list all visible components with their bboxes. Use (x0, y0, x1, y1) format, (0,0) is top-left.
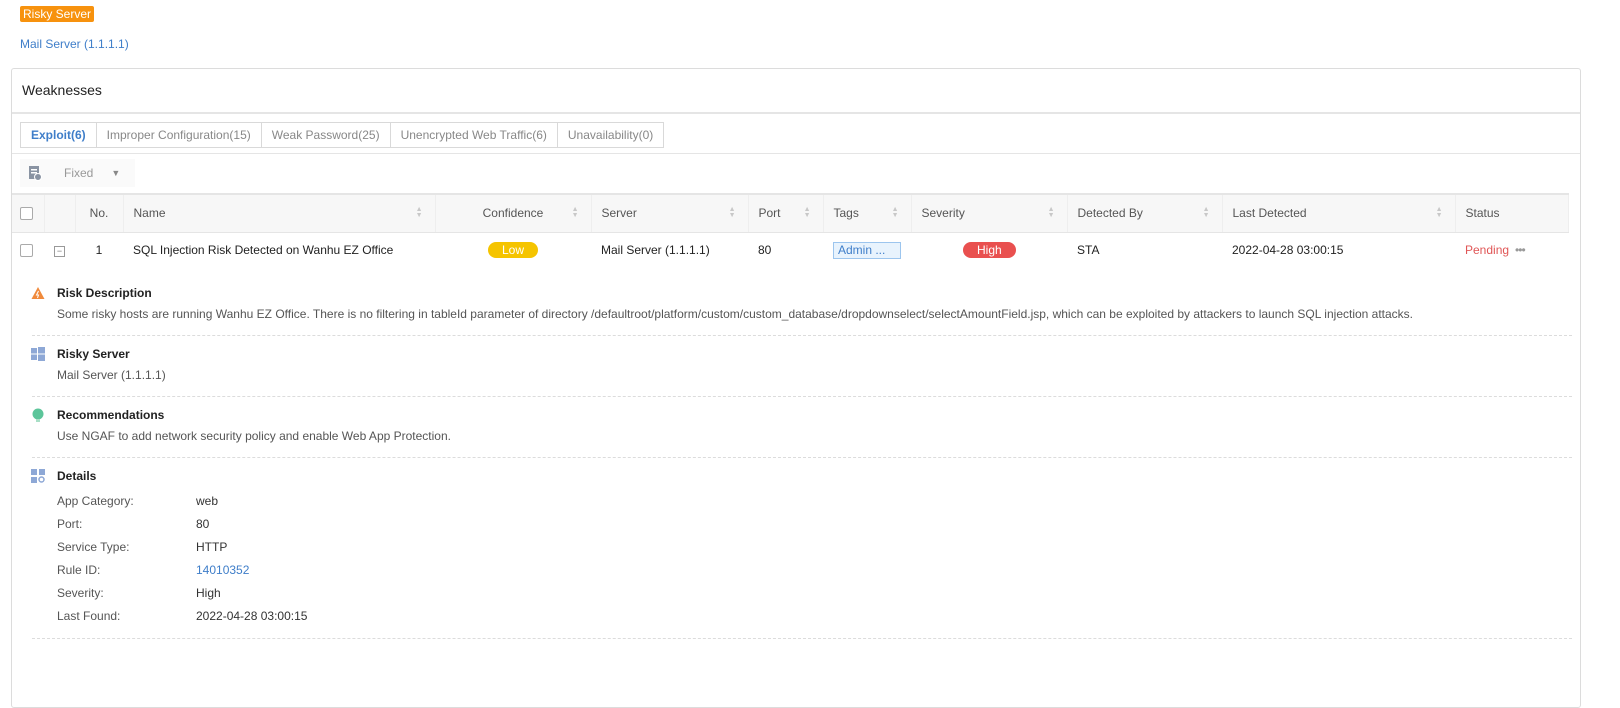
details-section: Details App Category: web Port: 80 Service… (31, 458, 1572, 639)
section-title: Risk Description (57, 286, 152, 300)
field-label: Service Type: (57, 540, 130, 554)
col-label: Last Detected (1232, 206, 1307, 221)
confidence-badge: Low (487, 242, 538, 259)
sort-icon[interactable]: ▲ ▼ (729, 206, 736, 219)
detail-pane: Risk Description Some risky hosts are ru… (31, 275, 1572, 639)
toolbar: Fixed ▼ (20, 159, 135, 187)
col-port[interactable]: Port ▲ ▼ (748, 193, 824, 233)
field-value: 80 (196, 517, 210, 531)
severity-badge: High (963, 242, 1016, 259)
col-label: Port (758, 206, 781, 221)
field-value: High (196, 586, 221, 600)
panel-title: Weaknesses (12, 69, 1580, 114)
section-title: Details (57, 469, 97, 483)
sort-icon[interactable]: ▲ ▼ (1436, 206, 1443, 219)
risky-server-text: Mail Server (1.1.1.1) (57, 368, 166, 382)
tag-badge[interactable]: Admin ... (833, 241, 901, 259)
recommendations-text: Use NGAF to add network security policy … (57, 429, 451, 443)
field-label: Rule ID: (57, 563, 101, 577)
row-checkbox[interactable] (20, 244, 33, 258)
warning-icon (31, 287, 45, 299)
col-severity[interactable]: Severity ▲ ▼ (911, 193, 1068, 233)
col-label: Name (133, 206, 166, 221)
server-link[interactable]: Mail Server (1.1.1.1) (20, 37, 129, 51)
weaknesses-panel: Weaknesses Exploit(6) Improper Configura… (11, 68, 1581, 708)
section-title: Recommendations (57, 408, 165, 422)
tab-unavailability[interactable]: Unavailability(0) (558, 123, 663, 147)
table-row[interactable]: − 1 SQL Injection Risk Detected on Wanhu… (12, 232, 1569, 268)
col-confidence[interactable]: Confidence ▲ ▼ (435, 193, 592, 233)
sort-icon[interactable]: ▲ ▼ (1203, 206, 1210, 219)
col-name[interactable]: Name ▲ ▼ (123, 193, 436, 233)
col-detected-by[interactable]: Detected By ▲ ▼ (1067, 193, 1223, 233)
row-port: 80 (758, 243, 772, 258)
recommendations-section: Recommendations Use NGAF to add network … (32, 397, 1572, 458)
row-name: SQL Injection Risk Detected on Wanhu EZ … (133, 243, 394, 258)
select-all-checkbox[interactable] (20, 207, 33, 221)
tab-improper-configuration[interactable]: Improper Configuration(15) (97, 123, 262, 147)
status-filter-dropdown[interactable]: Fixed (64, 166, 93, 180)
rule-id-link[interactable]: 14010352 (196, 559, 249, 582)
tab-unencrypted-web-traffic[interactable]: Unencrypted Web Traffic(6) (391, 123, 558, 147)
risk-description-text: Some risky hosts are running Wanhu EZ Of… (57, 307, 1414, 321)
row-server: Mail Server (1.1.1.1) (601, 243, 710, 258)
col-no: No. (75, 193, 124, 233)
tab-weak-password[interactable]: Weak Password(25) (262, 123, 391, 147)
row-detected-by: STA (1077, 243, 1100, 258)
col-label: Tags (833, 206, 859, 221)
category-tabs: Exploit(6) Improper Configuration(15) We… (20, 122, 665, 148)
risk-description-section: Risk Description Some risky hosts are ru… (31, 275, 1572, 336)
lightbulb-icon (32, 408, 44, 422)
field-label: Last Found: (57, 609, 121, 623)
collapse-icon[interactable]: − (54, 246, 65, 258)
field-label: Port: (57, 517, 83, 531)
col-last-detected[interactable]: Last Detected ▲ ▼ (1222, 193, 1456, 233)
col-label: Detected By (1077, 206, 1143, 221)
sort-icon[interactable]: ▲ ▼ (572, 206, 579, 219)
windows-icon (31, 347, 45, 361)
row-last-detected: 2022-04-28 03:00:15 (1232, 243, 1344, 258)
field-label: Severity: (57, 586, 104, 600)
field-value: HTTP (196, 540, 228, 554)
sort-icon[interactable]: ▲ ▼ (1048, 206, 1055, 219)
field-label: App Category: (57, 494, 134, 508)
more-icon[interactable]: ••• (1515, 243, 1526, 257)
status-pending[interactable]: Pending (1465, 243, 1509, 257)
weakness-table: No. Name ▲ ▼ Confidence ▲ ▼ Server ▲ ▼ Port ▲ ▼ … (12, 193, 1569, 268)
tab-exploit[interactable]: Exploit(6) (21, 123, 97, 147)
sort-icon[interactable]: ▲ ▼ (892, 206, 899, 219)
field-value: 2022-04-28 03:00:15 (196, 609, 308, 623)
risky-server-badge: Risky Server (20, 6, 95, 22)
section-title: Risky Server (57, 347, 130, 361)
sort-icon[interactable]: ▲ ▼ (804, 206, 811, 219)
chevron-down-icon[interactable]: ▼ (111, 168, 120, 178)
sort-icon[interactable]: ▲ ▼ (416, 206, 423, 219)
field-value: web (196, 494, 219, 508)
col-status: Status (1455, 193, 1569, 233)
divider (12, 153, 1580, 154)
col-label: Server (601, 206, 637, 221)
risky-server-section: Risky Server Mail Server (1.1.1.1) (31, 336, 1572, 397)
col-tags[interactable]: Tags ▲ ▼ (823, 193, 912, 233)
details-icon (31, 469, 45, 483)
mark-fixed-icon[interactable] (28, 165, 42, 181)
row-no: 1 (95, 243, 103, 258)
col-server[interactable]: Server ▲ ▼ (591, 193, 749, 233)
col-label: Confidence (482, 206, 544, 221)
col-label: Severity (921, 206, 965, 221)
